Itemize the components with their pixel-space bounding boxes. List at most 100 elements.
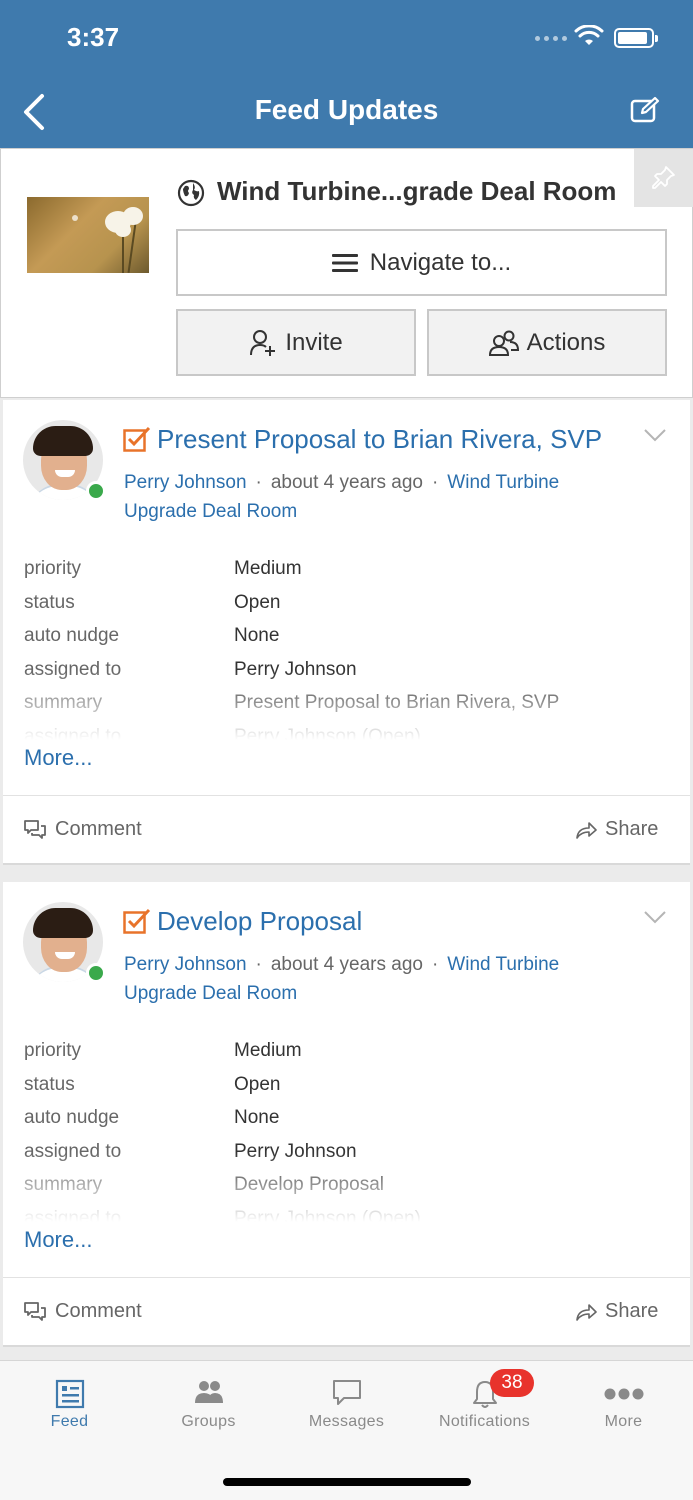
invite-button[interactable]: Invite bbox=[176, 309, 416, 376]
field-row: priority Medium bbox=[24, 1040, 664, 1074]
feed-card: Develop Proposal Perry Johnson · about 4 y… bbox=[3, 882, 690, 1347]
wifi-icon bbox=[574, 25, 604, 45]
field-row: summary Present Proposal to Brian Rivera,… bbox=[24, 692, 664, 726]
field-key: priority bbox=[24, 1040, 82, 1061]
field-key: assigned to bbox=[24, 658, 122, 680]
people-icon bbox=[488, 330, 519, 356]
field-key: assigned to bbox=[24, 725, 122, 741]
feed-icon bbox=[55, 1379, 84, 1409]
tab-label: Notifications bbox=[438, 1413, 531, 1430]
field-row: assigned to Perry Johnson bbox=[24, 659, 664, 693]
room-thumbnail bbox=[27, 197, 149, 273]
comment-icon bbox=[24, 1301, 46, 1321]
field-value: Open bbox=[234, 591, 281, 613]
share-button[interactable]: Share bbox=[575, 1300, 658, 1323]
tab-notifications[interactable]: Notifications bbox=[415, 1361, 554, 1441]
add-person-icon bbox=[250, 329, 276, 356]
actions-button[interactable]: Actions bbox=[427, 309, 667, 376]
field-key: status bbox=[24, 1073, 75, 1095]
comment-icon bbox=[24, 819, 46, 839]
task-checkbox-icon bbox=[123, 426, 151, 452]
field-key: priority bbox=[24, 558, 82, 579]
navigate-to-label: Navigate to... bbox=[369, 248, 512, 276]
share-arrow-icon bbox=[576, 1303, 597, 1321]
field-key: auto nudge bbox=[24, 625, 120, 646]
globe-icon bbox=[177, 179, 205, 207]
task-checkbox-icon bbox=[123, 908, 151, 934]
field-row: priority Medium bbox=[24, 558, 664, 592]
field-value: None bbox=[234, 625, 280, 646]
feed-card: Present Proposal to Brian Rivera, SVP Pe… bbox=[3, 400, 690, 865]
field-key: summary bbox=[24, 692, 103, 713]
share-label: Share bbox=[605, 818, 659, 840]
field-key: assigned to bbox=[24, 1207, 122, 1223]
chevron-down-icon[interactable] bbox=[643, 910, 667, 924]
tab-label: Feed bbox=[50, 1413, 89, 1430]
tab-feed[interactable]: Feed bbox=[0, 1361, 139, 1441]
divider bbox=[3, 1277, 690, 1278]
card-meta: Perry Johnson · about 4 years ago · Wind Tur… bbox=[124, 472, 560, 522]
field-value: Present Proposal to Brian Rivera, SVP bbox=[234, 692, 560, 713]
author-link[interactable]: Perry Johnson bbox=[124, 954, 247, 975]
field-row: summary Develop Proposal bbox=[24, 1174, 664, 1208]
card-meta: Perry Johnson · about 4 years ago · Wind Tur… bbox=[124, 954, 560, 1004]
more-link[interactable]: More... bbox=[24, 1227, 92, 1253]
field-value: Perry Johnson (Open) bbox=[234, 1207, 421, 1223]
invite-label: Invite bbox=[285, 328, 343, 356]
navigate-to-button[interactable]: Navigate to... bbox=[176, 229, 667, 296]
field-list: priority Medium status Open auto nudge None… bbox=[24, 1040, 664, 1222]
compose-icon[interactable] bbox=[630, 96, 660, 124]
field-value: None bbox=[234, 1107, 280, 1128]
groups-icon bbox=[194, 1381, 223, 1403]
field-row: assigned to Perry Johnson (Open) bbox=[24, 1208, 664, 1223]
cellular-signal-icon bbox=[535, 36, 567, 41]
field-value: Perry Johnson bbox=[234, 658, 357, 680]
author-link[interactable]: Perry Johnson bbox=[124, 472, 247, 493]
share-button[interactable]: Share bbox=[575, 818, 658, 841]
page-title: Feed Updates bbox=[254, 94, 439, 125]
field-row: assigned to Perry Johnson (Open) bbox=[24, 726, 664, 741]
divider bbox=[3, 795, 690, 796]
field-value: Medium bbox=[234, 558, 302, 579]
actions-label: Actions bbox=[526, 328, 606, 356]
top-navigation-bar: 3:37 Feed Updates bbox=[0, 0, 693, 148]
field-key: status bbox=[24, 591, 75, 613]
field-key: auto nudge bbox=[24, 1107, 120, 1128]
timestamp: about 4 years ago bbox=[270, 954, 423, 975]
more-link[interactable]: More... bbox=[24, 745, 92, 771]
status-time: 3:37 bbox=[67, 22, 120, 52]
share-arrow-icon bbox=[576, 821, 597, 839]
card-title[interactable]: Develop Proposal bbox=[157, 906, 362, 937]
field-row: auto nudge None bbox=[24, 625, 664, 659]
messages-icon bbox=[332, 1380, 361, 1405]
field-value: Perry Johnson bbox=[234, 1140, 357, 1162]
field-value: Medium bbox=[234, 1040, 302, 1061]
field-value: Develop Proposal bbox=[234, 1174, 384, 1195]
field-list: priority Medium status Open auto nudge None… bbox=[24, 558, 664, 740]
card-title[interactable]: Present Proposal to Brian Rivera, SVP bbox=[157, 424, 602, 455]
battery-icon bbox=[614, 28, 658, 48]
comment-label: Comment bbox=[55, 1300, 142, 1322]
tab-label: More bbox=[604, 1413, 643, 1430]
tab-label: Messages bbox=[308, 1413, 385, 1430]
field-row: status Open bbox=[24, 592, 664, 626]
notification-count-badge: 38 bbox=[490, 1369, 534, 1397]
room-header: Wind Turbine...grade Deal Room Navigate … bbox=[0, 148, 693, 398]
timestamp: about 4 years ago bbox=[270, 472, 423, 493]
field-key: summary bbox=[24, 1174, 103, 1195]
comment-button[interactable]: Comment bbox=[23, 818, 142, 841]
pin-icon bbox=[652, 166, 675, 189]
field-key: assigned to bbox=[24, 1140, 122, 1162]
comment-button[interactable]: Comment bbox=[23, 1300, 142, 1323]
share-label: Share bbox=[605, 1300, 659, 1322]
tab-more[interactable]: More bbox=[554, 1361, 693, 1441]
field-value: Perry Johnson (Open) bbox=[234, 725, 421, 741]
chevron-down-icon[interactable] bbox=[643, 428, 667, 442]
pin-button[interactable] bbox=[634, 149, 693, 207]
room-title[interactable]: Wind Turbine...grade Deal Room bbox=[217, 176, 616, 207]
menu-icon bbox=[331, 253, 358, 272]
comment-label: Comment bbox=[55, 818, 142, 840]
tab-messages[interactable]: Messages bbox=[277, 1361, 416, 1441]
field-row: auto nudge None bbox=[24, 1107, 664, 1141]
tab-groups[interactable]: Groups bbox=[139, 1361, 278, 1441]
